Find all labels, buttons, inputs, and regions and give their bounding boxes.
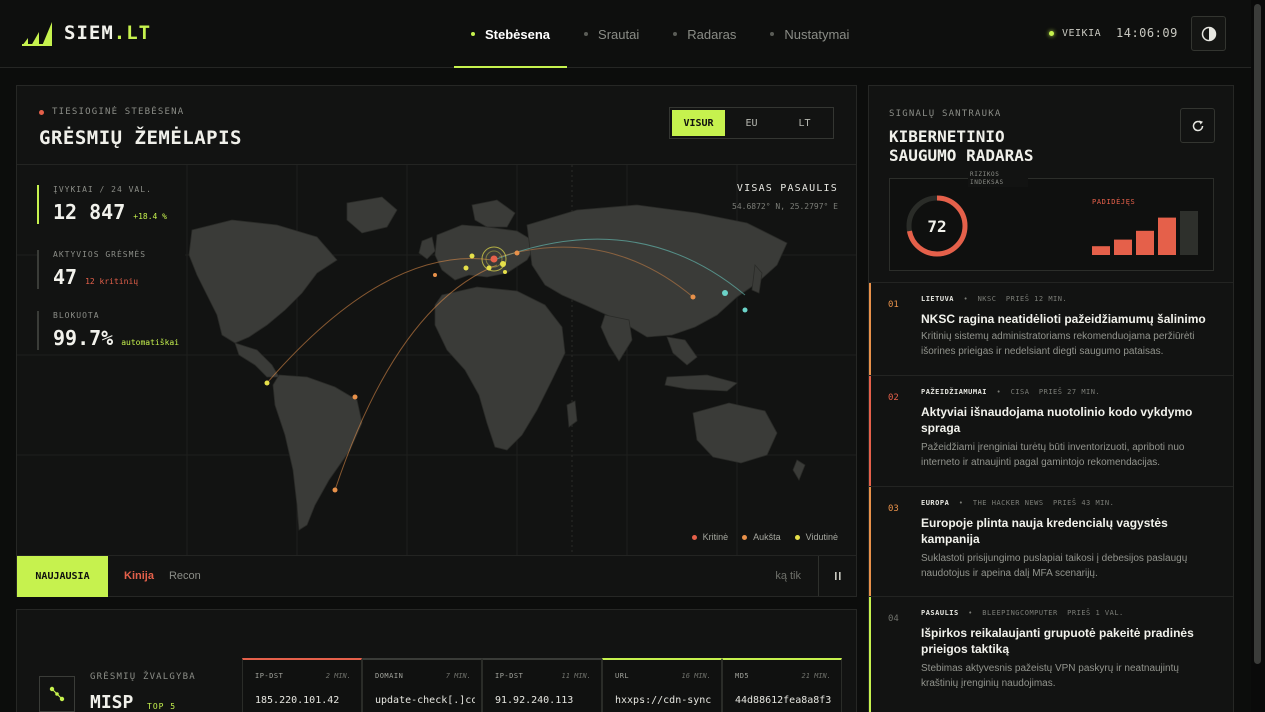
legend-critical: Kritinė: [691, 532, 728, 542]
risk-index-card: RIZIKOS INDEKSAS 72 PADIDĖJĘS: [889, 171, 1214, 271]
scope-eu-button[interactable]: EU: [725, 110, 778, 136]
trend-bar: [1158, 217, 1176, 255]
side-eyebrow: SIGNALŲ SANTRAUKA: [889, 109, 1002, 119]
nav-item-radaras[interactable]: Radaras: [656, 0, 753, 68]
side-title: KIBERNETINIO SAUGUMO RADARAS: [889, 127, 1034, 165]
news-headline: NKSC ragina neatidėlioti pažeidžiamumų š…: [921, 312, 1206, 326]
pause-icon: [834, 572, 841, 580]
news-description: Kritinių sistemų administratoriams rekom…: [921, 331, 1195, 357]
feed-timestamp: ką tik: [775, 570, 801, 582]
risk-index-label: RIZIKOS INDEKSAS: [968, 171, 1028, 187]
stat-blocked: BLOKUOTA 99.7% automatiškai: [37, 311, 185, 350]
scope-lt-button[interactable]: LT: [778, 110, 831, 136]
network-icon: [49, 686, 65, 702]
map-legend: Kritinė Aukšta Vidutinė: [691, 532, 838, 542]
news-item[interactable]: 01 LIETUVA • NKSC PRIEŠ 12 MIN. NKSC rag…: [869, 282, 1233, 375]
pause-button[interactable]: [818, 556, 856, 596]
map-feed-tabs: NAUJAUSIA Kinija Recon ką tik: [17, 555, 856, 597]
news-headline: Europoje plinta nauja kredencialų vagyst…: [921, 516, 1168, 546]
tab-recon[interactable]: Recon: [169, 570, 201, 582]
page-scrollbar[interactable]: [1251, 0, 1265, 712]
trend-bar: [1114, 239, 1132, 255]
signal-summary-panel: SIGNALŲ SANTRAUKA KIBERNETINIO SAUGUMO R…: [868, 85, 1234, 712]
refresh-icon: [1192, 120, 1203, 131]
theme-toggle-button[interactable]: [1191, 16, 1226, 51]
refresh-button[interactable]: [1180, 108, 1215, 143]
intel-icon: [39, 676, 75, 712]
nav-item-stebesena[interactable]: Stebėsena: [454, 0, 568, 68]
risk-index-value: 72: [927, 216, 947, 236]
trend-bar: [1180, 211, 1198, 255]
scrollbar-thumb[interactable]: [1254, 4, 1261, 664]
map-region-label: VISAS PASAULIS: [736, 183, 838, 194]
logo[interactable]: SIEM.LT: [20, 18, 151, 48]
news-description: Suklastoti prisijungimo puslapiai taikos…: [921, 553, 1188, 579]
trend-bar: [1136, 230, 1154, 255]
contrast-icon: [1201, 26, 1216, 41]
stat-active-threats: AKTYVIOS GRĖSMĖS 47 12 kritinių: [37, 250, 185, 289]
map-eyebrow: TIESIOGINĖ STEBĖSENA: [39, 107, 184, 117]
trend-bars: [1092, 211, 1198, 255]
nav-item-srautai[interactable]: Srautai: [567, 0, 656, 68]
scope-selector: VISUR EU LT: [669, 107, 834, 139]
legend-high: Aukšta: [742, 532, 781, 542]
news-item[interactable]: 02 PAŽEIDŽIAMUMAI • CISA PRIEŠ 27 MIN. A…: [869, 375, 1233, 486]
news-item[interactable]: 03 EUROPA • THE HACKER NEWS PRIEŠ 43 MIN…: [869, 486, 1233, 596]
legend-medium: Vidutinė: [794, 532, 838, 542]
news-item[interactable]: 04 PASAULIS • BLEEPINGCOMPUTER PRIEŠ 1 V…: [869, 596, 1233, 712]
system-status: VEIKIA: [1049, 28, 1101, 39]
trend-bar: [1092, 246, 1110, 255]
news-headline: Išpirkos reikalaujanti grupuotė pakeitė …: [921, 626, 1194, 656]
logo-bars-icon: [22, 22, 52, 46]
map-coordinates: 54.6872° N, 25.2797° E: [732, 202, 838, 211]
news-headline: Aktyviai išnaudojama nuotolinio kodo vyk…: [921, 405, 1193, 435]
map-title: GRĖSMIŲ ŽEMĖLAPIS: [39, 127, 242, 149]
top-header: SIEM.LT Stebėsena Srautai Radaras Nustat…: [0, 0, 1265, 68]
news-description: Stebimas aktyvesnis pažeistų VPN paskyrų…: [921, 663, 1179, 689]
intel-badge: TOP 5: [147, 702, 177, 711]
status-dot-icon: [1049, 31, 1054, 36]
news-description: Pažeidžiami įrenginiai turėtų būti inven…: [921, 442, 1185, 468]
main-nav: Stebėsena Srautai Radaras Nustatymai: [454, 0, 866, 68]
live-dot-icon: [39, 109, 44, 115]
ioc-card[interactable]: URL 16 MIN. hxxps://cdn-sync: [602, 658, 722, 712]
stat-events: ĮVYKIAI / 24 VAL. 12 847 +18.4 %: [37, 185, 185, 224]
tab-china[interactable]: Kinija: [124, 570, 154, 582]
nav-item-nustatymai[interactable]: Nustatymai: [753, 0, 866, 68]
ioc-card[interactable]: MD5 21 MIN. 44d88612fea8a8f3: [722, 658, 842, 712]
intel-title: MISP: [90, 692, 134, 712]
clock: 14:06:09: [1116, 26, 1178, 40]
threat-intel-panel: GRĖSMIŲ ŽVALGYBA MISP TOP 5 IP-DST 2 MIN.…: [16, 609, 857, 712]
threat-map-panel: TIESIOGINĖ STEBĖSENA GRĖSMIŲ ŽEMĖLAPIS V…: [16, 85, 857, 597]
logo-text: SIEM.LT: [64, 22, 152, 44]
ioc-card[interactable]: DOMAIN 7 MIN. update-check[.]com: [362, 658, 482, 712]
tab-latest[interactable]: NAUJAUSIA: [17, 555, 108, 597]
scope-visur-button[interactable]: VISUR: [672, 110, 725, 136]
ioc-card[interactable]: IP-DST 2 MIN. 185.220.101.42: [242, 658, 362, 712]
ioc-card[interactable]: IP-DST 11 MIN. 91.92.240.113: [482, 658, 602, 712]
intel-eyebrow: GRĖSMIŲ ŽVALGYBA: [90, 672, 196, 682]
